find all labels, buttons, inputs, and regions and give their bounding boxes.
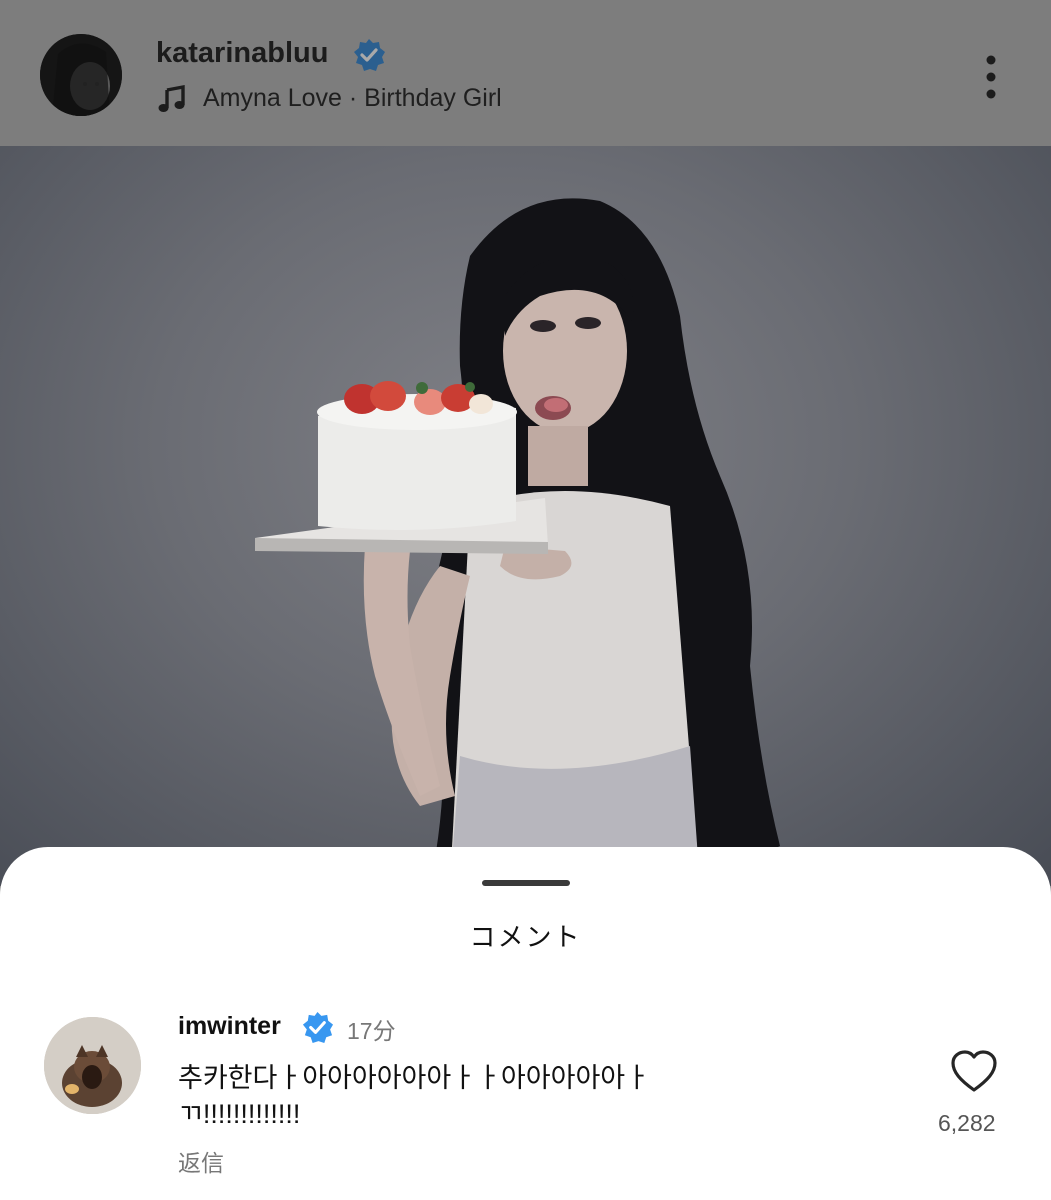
more-vertical-icon[interactable] [978, 54, 1004, 100]
post-header: katarinabluu Amyna Love · Birthday Girl [0, 0, 1051, 146]
verified-badge-icon [354, 39, 385, 71]
sheet-title: コメント [469, 922, 582, 952]
verified-badge-icon [302, 1011, 334, 1044]
photo-illustration [255, 198, 780, 886]
comment-timestamp: 17分 [347, 1018, 396, 1044]
comment-text: 추카한다ㅏ아아아아아아ㅏㅏ아아아아아ㅏ ㄲ!!!!!!!!!!!!! [178, 1063, 650, 1129]
like-count: 6,282 [938, 1110, 996, 1136]
comments-sheet: コメント imwinter 17分 추카한다ㅏ아아아아아아ㅏㅏ아아아아아ㅏ ㄲ!… [0, 847, 1051, 1200]
reply-button[interactable]: 返信 [178, 1144, 224, 1178]
comment-avatar[interactable] [44, 1017, 141, 1114]
post-photo[interactable] [0, 146, 1051, 886]
post-username[interactable]: katarinabluu [156, 37, 328, 70]
music-note-icon [158, 84, 185, 112]
heart-outline-icon[interactable] [950, 1050, 998, 1094]
profile-avatar[interactable] [40, 34, 122, 116]
music-track-label[interactable]: Amyna Love · Birthday Girl [203, 84, 502, 113]
drag-handle[interactable] [482, 880, 570, 886]
comment-username[interactable]: imwinter [178, 1012, 281, 1041]
